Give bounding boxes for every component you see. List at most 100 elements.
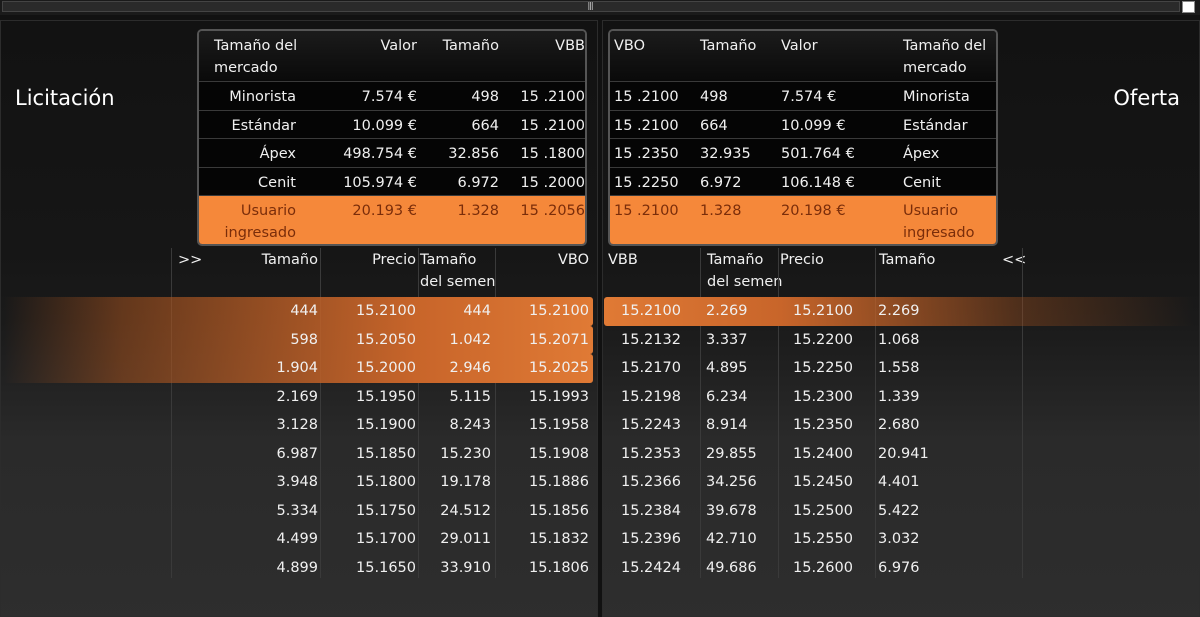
ask-market-qty: 6.972 <box>700 174 742 191</box>
ask-market-vbo: 15 .2100 <box>614 117 679 134</box>
bid-market-row[interactable]: Cenit 105.974 € 6.972 15 .2000 <box>199 166 585 196</box>
ask-size: 3.032 <box>878 531 920 547</box>
window-corner-box[interactable] <box>1182 1 1195 13</box>
ask-cum-size: 49.686 <box>706 559 757 576</box>
bid-book-row[interactable]: 5.334 15.1750 24.512 15.1856 <box>4 497 593 526</box>
ask-vbb: 15.2353 <box>621 445 681 462</box>
ask-book-row[interactable]: 15.2198 6.234 15.2300 1.339 <box>604 383 1194 412</box>
bid-book-row[interactable]: 6.987 15.1850 15.230 15.1908 <box>4 440 593 469</box>
bid-price: 15.1850 <box>356 445 416 462</box>
ask-price: 15.2250 <box>793 360 853 376</box>
ask-book-header: VBB Tamaño del semen Precio Tamaño << <box>602 248 1200 296</box>
bid-market-col-qty: Tamaño <box>442 38 499 54</box>
ask-book-row[interactable]: 15.2424 49.686 15.2600 6.976 <box>604 554 1194 583</box>
bid-market-row[interactable]: Minorista 7.574 € 498 15 .2100 <box>199 81 585 110</box>
bid-market-vbb: 15 .2100 <box>520 89 585 105</box>
bid-price: 15.1700 <box>356 531 416 547</box>
bid-vbo: 15.1806 <box>529 559 589 576</box>
ask-user-value: 20.198 € <box>781 203 846 219</box>
ask-market-col-vbo: VBO <box>614 38 646 54</box>
ask-cum-size: 3.337 <box>706 331 748 348</box>
bid-market-vbb: 15 .2100 <box>520 117 585 134</box>
ask-size: 2.680 <box>878 417 920 433</box>
bid-cum-size: 15.230 <box>440 445 491 462</box>
ask-vbb: 15.2132 <box>621 331 681 348</box>
ask-price: 15.2100 <box>793 303 853 319</box>
ask-user-row[interactable]: 15 .2100 1.328 20.198 € Usuario ingresad… <box>610 195 996 244</box>
bid-vbo: 15.1856 <box>529 502 589 519</box>
ask-book-row[interactable]: 15.2100 2.269 15.2100 2.269 <box>604 297 1194 326</box>
bid-cum-size: 8.243 <box>449 417 491 433</box>
bid-market-header: Tamaño del mercado Valor Tamaño VBB <box>199 31 585 81</box>
bid-book-row[interactable]: 598 15.2050 1.042 15.2071 <box>4 325 593 354</box>
bid-market-value: 10.099 € <box>352 117 417 134</box>
ask-vbb: 15.2384 <box>621 502 681 519</box>
ask-market-header: VBO Tamaño Valor Tamaño del mercado <box>610 31 996 81</box>
ask-vbb: 15.2396 <box>621 531 681 547</box>
ask-market-row[interactable]: 15 .2100 664 10.099 € Estándar <box>610 109 996 139</box>
expand-button[interactable]: >> <box>178 249 202 271</box>
ask-market-vbo: 15 .2350 <box>614 146 679 162</box>
bid-market-row[interactable]: Estándar 10.099 € 664 15 .2100 <box>199 109 585 139</box>
bid-book-row[interactable]: 4.899 15.1650 33.910 15.1806 <box>4 554 593 583</box>
top-bar: ||| <box>0 0 1200 15</box>
bid-market-value: 105.974 € <box>343 174 417 191</box>
ask-book-row[interactable]: 15.2132 3.337 15.2200 1.068 <box>604 326 1194 355</box>
ask-book-row[interactable]: 15.2384 39.678 15.2500 5.422 <box>604 497 1194 526</box>
ask-size: 2.269 <box>878 303 920 319</box>
bid-size: 1.904 <box>276 360 318 376</box>
ask-price: 15.2550 <box>793 531 853 547</box>
ask-price: 15.2500 <box>793 502 853 519</box>
ask-vbb: 15.2198 <box>621 388 681 405</box>
ask-vbb: 15.2424 <box>621 559 681 576</box>
ask-market-table: VBO Tamaño Valor Tamaño del mercado 15 .… <box>608 29 998 246</box>
bid-vbo: 15.1908 <box>529 445 589 462</box>
bid-cum-size: 1.042 <box>449 331 491 348</box>
bid-book-row[interactable]: 4.499 15.1700 29.011 15.1832 <box>4 525 593 554</box>
bid-vbo: 15.2025 <box>529 360 589 376</box>
ask-title: Oferta <box>1113 86 1180 110</box>
ask-market-value: 10.099 € <box>781 117 846 134</box>
scroll-grip-icon[interactable]: ||| <box>583 1 597 11</box>
ask-cum-size: 6.234 <box>706 388 748 405</box>
bid-size: 444 <box>290 303 318 319</box>
ask-market-type: Cenit <box>903 174 941 191</box>
ask-user-type: Usuario ingresado <box>903 203 975 241</box>
bid-market-qty: 6.972 <box>457 174 499 191</box>
ask-market-vbo: 15 .2100 <box>614 89 679 105</box>
ask-market-row[interactable]: 15 .2100 498 7.574 € Minorista <box>610 81 996 110</box>
ask-market-qty: 32.935 <box>700 146 751 162</box>
ask-size: 1.339 <box>878 388 920 405</box>
ask-cum-size: 4.895 <box>706 360 748 376</box>
bid-vbo: 15.1993 <box>529 388 589 405</box>
ask-col-size: Tamaño <box>879 252 936 268</box>
ask-book-row[interactable]: 15.2243 8.914 15.2350 2.680 <box>604 411 1194 440</box>
bid-user-row[interactable]: Usuario ingresado 20.193 € 1.328 15 .205… <box>199 195 585 244</box>
ask-cum-size: 42.710 <box>706 531 757 547</box>
ask-market-row[interactable]: 15 .2350 32.935 501.764 € Ápex <box>610 138 996 167</box>
ask-vbb: 15.2366 <box>621 474 681 490</box>
ask-market-col-qty: Tamaño <box>700 38 757 54</box>
ask-book-row[interactable]: 15.2366 34.256 15.2450 4.401 <box>604 468 1194 497</box>
bid-vbo: 15.1832 <box>529 531 589 547</box>
ask-market-value: 501.764 € <box>781 146 855 162</box>
bid-size: 6.987 <box>276 445 318 462</box>
bid-book-row[interactable]: 1.904 15.2000 2.946 15.2025 <box>4 354 593 383</box>
bid-book-row[interactable]: 3.128 15.1900 8.243 15.1958 <box>4 411 593 440</box>
ask-market-row[interactable]: 15 .2250 6.972 106.148 € Cenit <box>610 166 996 196</box>
ask-cum-size: 2.269 <box>706 303 748 319</box>
bid-cum-size: 5.115 <box>449 388 491 405</box>
ask-size: 5.422 <box>878 502 920 519</box>
bid-book-row[interactable]: 3.948 15.1800 19.178 15.1886 <box>4 468 593 497</box>
bid-book-row[interactable]: 444 15.2100 444 15.2100 <box>4 297 593 326</box>
bid-market-col-size: Tamaño del mercado <box>214 38 298 76</box>
bid-market-col-vbb: VBB <box>555 38 585 54</box>
bid-market-row[interactable]: Ápex 498.754 € 32.856 15 .1800 <box>199 138 585 167</box>
ask-book-row[interactable]: 15.2396 42.710 15.2550 3.032 <box>604 525 1194 554</box>
ask-book-row[interactable]: 15.2353 29.855 15.2400 20.941 <box>604 440 1194 469</box>
bid-book-row[interactable]: 2.169 15.1950 5.115 15.1993 <box>4 383 593 412</box>
ask-book-row[interactable]: 15.2170 4.895 15.2250 1.558 <box>604 354 1194 383</box>
bid-col-vbo: VBO <box>557 252 589 268</box>
bid-price: 15.2000 <box>356 360 416 376</box>
ask-market-col-value: Valor <box>781 38 818 54</box>
